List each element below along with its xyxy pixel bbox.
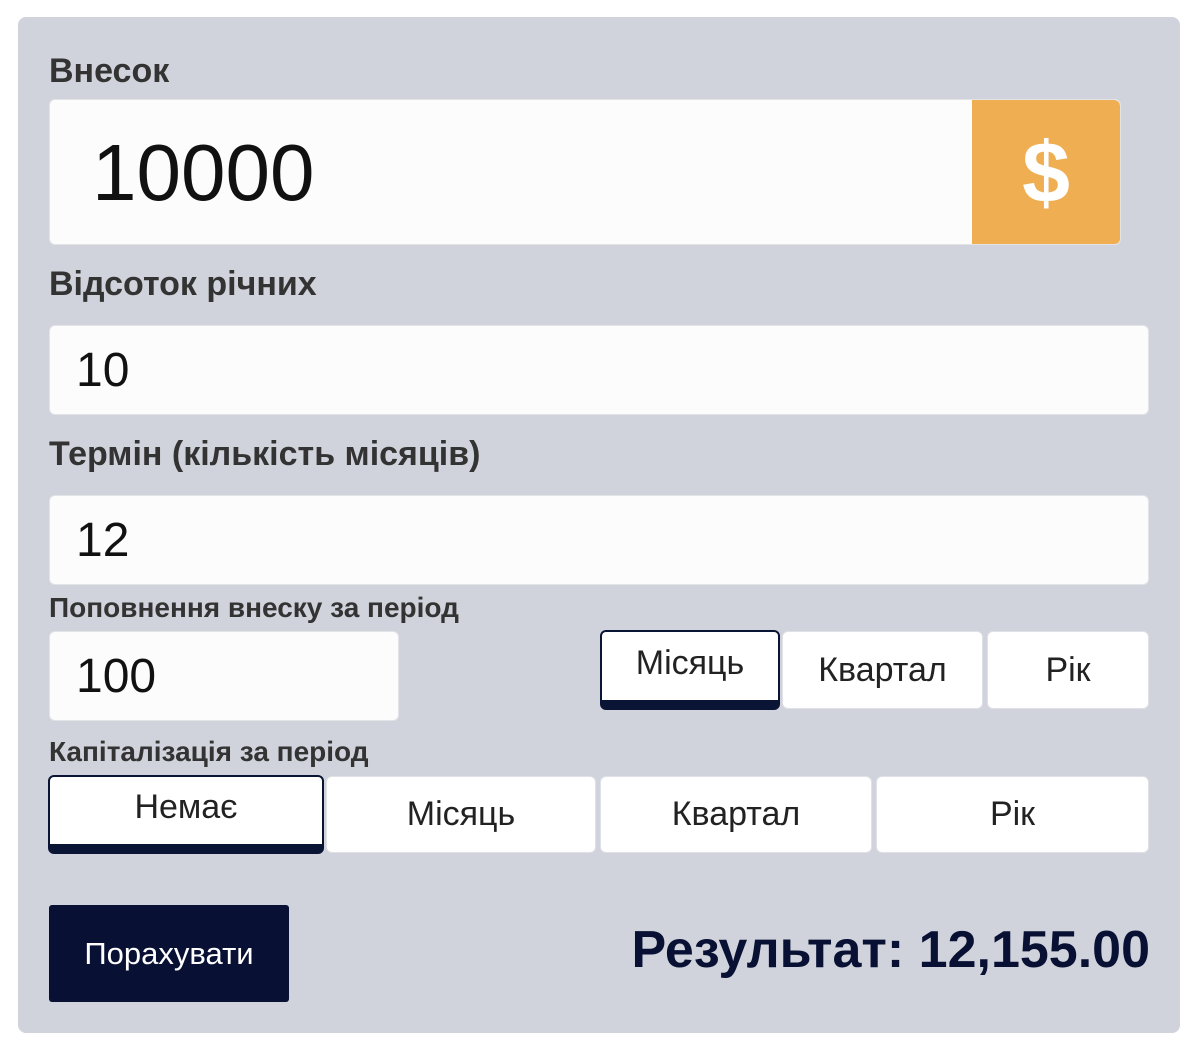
topup-period-year-button[interactable]: Рік <box>987 631 1149 709</box>
rate-label: Відсоток річних <box>49 265 317 303</box>
deposit-value[interactable]: 10000 <box>92 100 314 244</box>
topup-label: Поповнення внеску за період <box>49 592 459 623</box>
topup-value[interactable]: 100 <box>76 649 156 704</box>
topup-period-quarter-label: Квартал <box>818 650 947 689</box>
capitalization-none-label: Немає <box>134 788 238 826</box>
topup-period-quarter-button[interactable]: Квартал <box>782 631 983 709</box>
capitalization-none-button[interactable]: Немає <box>48 775 324 854</box>
capitalization-label: Капіталізація за період <box>49 736 369 767</box>
capitalization-month-button[interactable]: Місяць <box>326 776 596 853</box>
topup-period-month-button[interactable]: Місяць <box>600 630 780 710</box>
currency-button[interactable]: $ <box>972 100 1120 244</box>
rate-field[interactable]: 10 <box>49 325 1149 415</box>
term-value[interactable]: 12 <box>76 513 129 568</box>
topup-period-year-label: Рік <box>1045 650 1091 689</box>
capitalization-quarter-label: Квартал <box>671 795 801 833</box>
topup-period-month-label: Місяць <box>635 643 745 682</box>
deposit-field[interactable]: 10000 $ <box>49 99 1121 245</box>
capitalization-quarter-button[interactable]: Квартал <box>600 776 872 853</box>
term-label: Термін (кількість місяців) <box>49 435 481 473</box>
term-field[interactable]: 12 <box>49 495 1149 585</box>
capitalization-month-label: Місяць <box>406 795 516 833</box>
calculate-button[interactable]: Порахувати <box>49 905 289 1002</box>
topup-field[interactable]: 100 <box>49 631 399 721</box>
capitalization-year-label: Рік <box>989 795 1036 833</box>
result-text: Результат: 12,155.00 <box>631 921 1150 979</box>
capitalization-year-button[interactable]: Рік <box>876 776 1149 853</box>
dollar-icon: $ <box>1022 124 1070 221</box>
rate-value[interactable]: 10 <box>76 343 129 398</box>
deposit-label: Внесок <box>49 52 170 90</box>
